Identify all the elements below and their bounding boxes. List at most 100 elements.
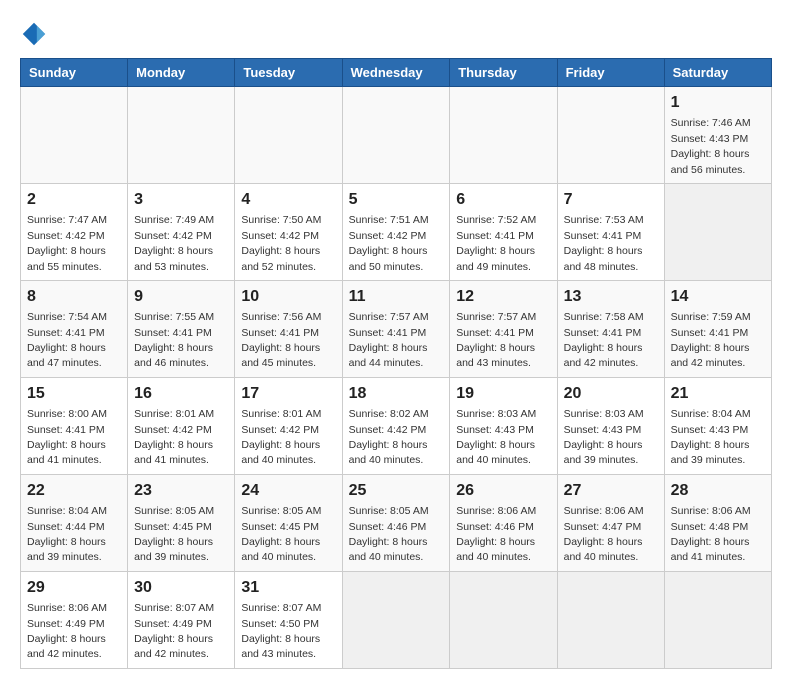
day-info: Sunrise: 7:53 AMSunset: 4:41 PMDaylight:… (564, 214, 644, 272)
day-number: 17 (241, 383, 335, 405)
calendar-cell: 16Sunrise: 8:01 AMSunset: 4:42 PMDayligh… (128, 377, 235, 474)
calendar-week-5: 22Sunrise: 8:04 AMSunset: 4:44 PMDayligh… (21, 474, 772, 571)
calendar-cell: 2 Sunrise: 7:47 AMSunset: 4:42 PMDaylight… (21, 183, 128, 280)
day-info: Sunrise: 8:01 AMSunset: 4:42 PMDaylight:… (241, 408, 321, 466)
calendar-cell: 12Sunrise: 7:57 AMSunset: 4:41 PMDayligh… (450, 280, 557, 377)
calendar-cell (342, 87, 450, 184)
calendar-cell: 27 Sunrise: 8:06 AMSunset: 4:47 PMDayligh… (557, 474, 664, 571)
col-header-wednesday: Wednesday (342, 59, 450, 87)
calendar-week-2: 2 Sunrise: 7:47 AMSunset: 4:42 PMDaylight… (21, 183, 772, 280)
day-number: 15 (27, 383, 121, 405)
calendar-cell: 24 Sunrise: 8:05 AMSunset: 4:45 PMDayligh… (235, 474, 342, 571)
day-number: 4 (241, 189, 335, 211)
day-info: Sunrise: 7:57 AMSunset: 4:41 PMDaylight:… (349, 311, 429, 369)
calendar-cell: 9 Sunrise: 7:55 AMSunset: 4:41 PMDaylight… (128, 280, 235, 377)
col-header-friday: Friday (557, 59, 664, 87)
day-info: Sunrise: 8:05 AMSunset: 4:46 PMDaylight:… (349, 505, 429, 563)
col-header-tuesday: Tuesday (235, 59, 342, 87)
calendar-cell (664, 183, 771, 280)
calendar-cell (128, 87, 235, 184)
day-number: 1 (671, 92, 765, 114)
day-info: Sunrise: 8:06 AMSunset: 4:46 PMDaylight:… (456, 505, 536, 563)
col-header-sunday: Sunday (21, 59, 128, 87)
day-info: Sunrise: 8:03 AMSunset: 4:43 PMDaylight:… (564, 408, 644, 466)
calendar-cell: 29 Sunrise: 8:06 AMSunset: 4:49 PMDayligh… (21, 571, 128, 668)
calendar-cell (450, 571, 557, 668)
calendar-cell: 23Sunrise: 8:05 AMSunset: 4:45 PMDayligh… (128, 474, 235, 571)
calendar-cell: 1 Sunrise: 7:46 AMSunset: 4:43 PMDaylight… (664, 87, 771, 184)
day-info: Sunrise: 8:06 AMSunset: 4:47 PMDaylight:… (564, 505, 644, 563)
day-info: Sunrise: 7:52 AMSunset: 4:41 PMDaylight:… (456, 214, 536, 272)
calendar-cell: 19 Sunrise: 8:03 AMSunset: 4:43 PMDayligh… (450, 377, 557, 474)
day-number: 24 (241, 480, 335, 502)
day-number: 21 (671, 383, 765, 405)
calendar-week-1: 1 Sunrise: 7:46 AMSunset: 4:43 PMDaylight… (21, 87, 772, 184)
calendar-table: SundayMondayTuesdayWednesdayThursdayFrid… (20, 58, 772, 669)
day-number: 20 (564, 383, 658, 405)
day-number: 13 (564, 286, 658, 308)
calendar-cell: 3 Sunrise: 7:49 AMSunset: 4:42 PMDaylight… (128, 183, 235, 280)
calendar-cell (21, 87, 128, 184)
day-number: 22 (27, 480, 121, 502)
day-number: 31 (241, 577, 335, 599)
calendar-cell: 15 Sunrise: 8:00 AMSunset: 4:41 PMDayligh… (21, 377, 128, 474)
day-info: Sunrise: 7:49 AMSunset: 4:42 PMDaylight:… (134, 214, 214, 272)
calendar-cell (235, 87, 342, 184)
day-info: Sunrise: 8:07 AMSunset: 4:50 PMDaylight:… (241, 602, 321, 660)
day-info: Sunrise: 8:02 AMSunset: 4:42 PMDaylight:… (349, 408, 429, 466)
day-number: 16 (134, 383, 228, 405)
col-header-thursday: Thursday (450, 59, 557, 87)
calendar-cell (664, 571, 771, 668)
day-info: Sunrise: 8:06 AMSunset: 4:49 PMDaylight:… (27, 602, 107, 660)
calendar-header: SundayMondayTuesdayWednesdayThursdayFrid… (21, 59, 772, 87)
day-number: 27 (564, 480, 658, 502)
day-number: 8 (27, 286, 121, 308)
day-number: 26 (456, 480, 550, 502)
calendar-cell (342, 571, 450, 668)
day-number: 29 (27, 577, 121, 599)
day-number: 5 (349, 189, 444, 211)
calendar-cell: 14Sunrise: 7:59 AMSunset: 4:41 PMDayligh… (664, 280, 771, 377)
day-info: Sunrise: 7:54 AMSunset: 4:41 PMDaylight:… (27, 311, 107, 369)
day-info: Sunrise: 7:55 AMSunset: 4:41 PMDaylight:… (134, 311, 214, 369)
day-number: 11 (349, 286, 444, 308)
day-info: Sunrise: 7:47 AMSunset: 4:42 PMDaylight:… (27, 214, 107, 272)
day-number: 2 (27, 189, 121, 211)
calendar-cell: 8 Sunrise: 7:54 AMSunset: 4:41 PMDaylight… (21, 280, 128, 377)
day-info: Sunrise: 7:58 AMSunset: 4:41 PMDaylight:… (564, 311, 644, 369)
day-number: 3 (134, 189, 228, 211)
day-info: Sunrise: 7:50 AMSunset: 4:42 PMDaylight:… (241, 214, 321, 272)
calendar-cell: 11 Sunrise: 7:57 AMSunset: 4:41 PMDayligh… (342, 280, 450, 377)
calendar-cell: 4 Sunrise: 7:50 AMSunset: 4:42 PMDaylight… (235, 183, 342, 280)
day-info: Sunrise: 8:05 AMSunset: 4:45 PMDaylight:… (241, 505, 321, 563)
day-number: 9 (134, 286, 228, 308)
calendar-cell: 30Sunrise: 8:07 AMSunset: 4:49 PMDayligh… (128, 571, 235, 668)
day-info: Sunrise: 8:03 AMSunset: 4:43 PMDaylight:… (456, 408, 536, 466)
day-info: Sunrise: 8:05 AMSunset: 4:45 PMDaylight:… (134, 505, 214, 563)
col-header-saturday: Saturday (664, 59, 771, 87)
calendar-cell: 13 Sunrise: 7:58 AMSunset: 4:41 PMDayligh… (557, 280, 664, 377)
calendar-week-3: 8 Sunrise: 7:54 AMSunset: 4:41 PMDaylight… (21, 280, 772, 377)
calendar-cell: 10Sunrise: 7:56 AMSunset: 4:41 PMDayligh… (235, 280, 342, 377)
calendar-cell (450, 87, 557, 184)
calendar-cell: 21 Sunrise: 8:04 AMSunset: 4:43 PMDayligh… (664, 377, 771, 474)
calendar-cell: 5Sunrise: 7:51 AMSunset: 4:42 PMDaylight… (342, 183, 450, 280)
calendar-cell: 18Sunrise: 8:02 AMSunset: 4:42 PMDayligh… (342, 377, 450, 474)
calendar-cell: 28 Sunrise: 8:06 AMSunset: 4:48 PMDayligh… (664, 474, 771, 571)
day-info: Sunrise: 7:46 AMSunset: 4:43 PMDaylight:… (671, 117, 751, 175)
calendar-cell: 7Sunrise: 7:53 AMSunset: 4:41 PMDaylight… (557, 183, 664, 280)
calendar-cell: 31 Sunrise: 8:07 AMSunset: 4:50 PMDayligh… (235, 571, 342, 668)
logo (20, 20, 52, 48)
day-info: Sunrise: 8:06 AMSunset: 4:48 PMDaylight:… (671, 505, 751, 563)
day-number: 12 (456, 286, 550, 308)
calendar-cell: 6Sunrise: 7:52 AMSunset: 4:41 PMDaylight… (450, 183, 557, 280)
day-info: Sunrise: 8:04 AMSunset: 4:43 PMDaylight:… (671, 408, 751, 466)
day-number: 19 (456, 383, 550, 405)
calendar-week-6: 29 Sunrise: 8:06 AMSunset: 4:49 PMDayligh… (21, 571, 772, 668)
day-number: 14 (671, 286, 765, 308)
day-info: Sunrise: 8:00 AMSunset: 4:41 PMDaylight:… (27, 408, 107, 466)
day-number: 28 (671, 480, 765, 502)
logo-icon (20, 20, 48, 48)
day-number: 25 (349, 480, 444, 502)
page-header (20, 20, 772, 48)
